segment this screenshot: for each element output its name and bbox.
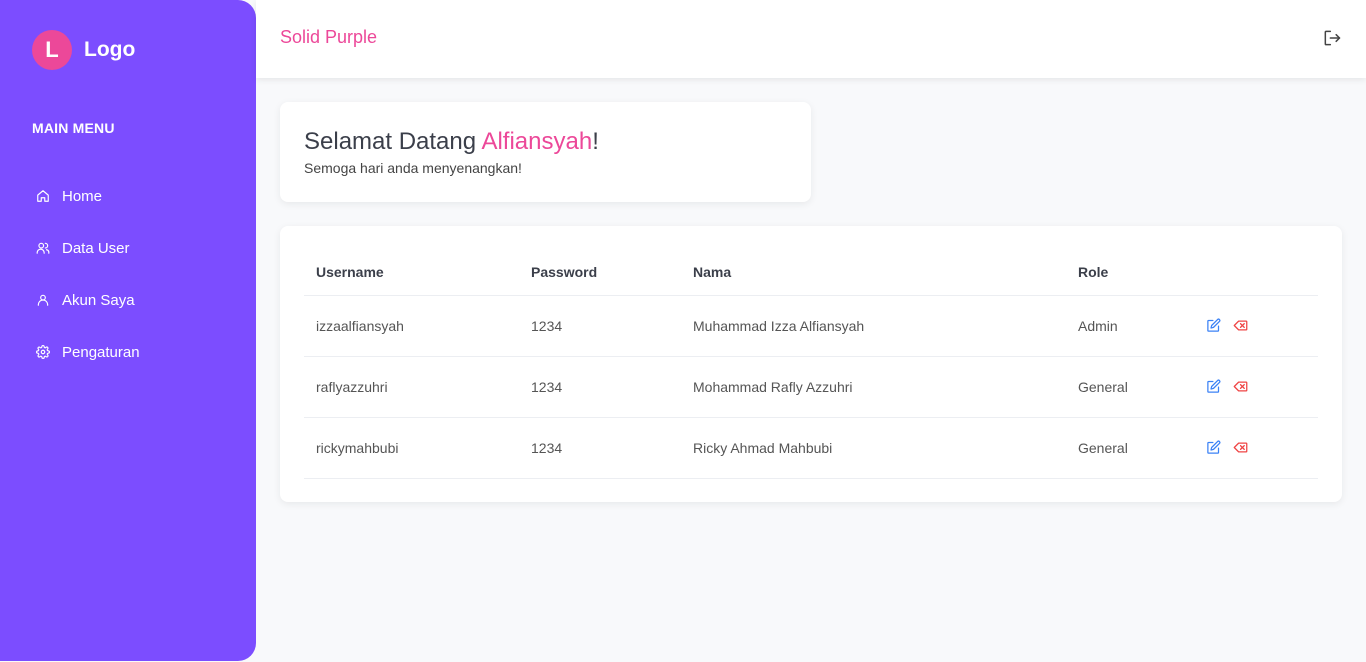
cell-actions bbox=[1194, 295, 1318, 357]
edit-icon[interactable] bbox=[1206, 379, 1221, 394]
cell-username: raflyazzuhri bbox=[304, 356, 519, 418]
sidebar: L Logo MAIN MENU Home Data User Akun Say… bbox=[0, 0, 256, 661]
table-row: izzaalfiansyah 1234 Muhammad Izza Alfian… bbox=[304, 295, 1318, 357]
sidebar-item-data-user[interactable]: Data User bbox=[36, 236, 140, 260]
users-icon bbox=[36, 242, 50, 254]
sidebar-item-home[interactable]: Home bbox=[36, 184, 140, 208]
table-row: raflyazzuhri 1234 Mohammad Rafly Azzuhri… bbox=[304, 356, 1318, 418]
header-nama: Nama bbox=[681, 250, 1066, 296]
cell-actions bbox=[1194, 356, 1318, 418]
cell-actions bbox=[1194, 417, 1318, 479]
app: L Logo MAIN MENU Home Data User Akun Say… bbox=[0, 0, 1366, 662]
header-actions bbox=[1194, 250, 1318, 296]
header-username: Username bbox=[304, 250, 519, 296]
table-header-row: Username Password Nama Role bbox=[304, 250, 1318, 296]
welcome-punct: ! bbox=[592, 128, 599, 155]
sidebar-item-label: Pengaturan bbox=[62, 343, 140, 361]
sidebar-item-label: Home bbox=[62, 187, 103, 205]
brand-text: Logo bbox=[84, 38, 136, 61]
user-table: Username Password Nama Role izzaalfiansy… bbox=[304, 250, 1318, 479]
header-password: Password bbox=[519, 250, 681, 296]
cell-role: General bbox=[1066, 417, 1194, 479]
welcome-card: Selamat Datang Alfiansyah! Semoga hari a… bbox=[280, 102, 811, 202]
cell-nama: Muhammad Izza Alfiansyah bbox=[681, 295, 1066, 357]
header-role: Role bbox=[1066, 250, 1194, 296]
cell-username: izzaalfiansyah bbox=[304, 295, 519, 357]
delete-icon[interactable] bbox=[1233, 440, 1248, 455]
delete-icon[interactable] bbox=[1233, 318, 1248, 333]
menu-heading: MAIN MENU bbox=[32, 120, 115, 136]
sidebar-item-label: Akun Saya bbox=[62, 291, 135, 309]
welcome-title: Selamat Datang Alfiansyah! bbox=[304, 127, 787, 157]
user-table-card: Username Password Nama Role izzaalfiansy… bbox=[280, 226, 1342, 502]
sidebar-item-pengaturan[interactable]: Pengaturan bbox=[36, 340, 140, 364]
cell-role: General bbox=[1066, 356, 1194, 418]
welcome-user-name: Alfiansyah bbox=[481, 128, 593, 155]
cell-password: 1234 bbox=[519, 295, 681, 357]
brand[interactable]: L Logo bbox=[32, 30, 135, 70]
cell-nama: Ricky Ahmad Mahbubi bbox=[681, 417, 1066, 479]
cell-role: Admin bbox=[1066, 295, 1194, 357]
sidebar-item-akun-saya[interactable]: Akun Saya bbox=[36, 288, 140, 312]
page-title: Solid Purple bbox=[280, 27, 378, 47]
cell-username: rickymahbubi bbox=[304, 417, 519, 479]
logout-icon[interactable] bbox=[1322, 28, 1342, 48]
welcome-subtitle: Semoga hari anda menyenangkan! bbox=[304, 160, 522, 176]
sidebar-item-label: Data User bbox=[62, 239, 130, 257]
cell-password: 1234 bbox=[519, 356, 681, 418]
brand-badge: L bbox=[32, 30, 72, 70]
table-row: rickymahbubi 1234 Ricky Ahmad Mahbubi Ge… bbox=[304, 417, 1318, 479]
welcome-greeting: Selamat Datang bbox=[304, 128, 482, 155]
cell-nama: Mohammad Rafly Azzuhri bbox=[681, 356, 1066, 418]
delete-icon[interactable] bbox=[1233, 379, 1248, 394]
gear-icon bbox=[36, 345, 50, 359]
topbar: Solid Purple bbox=[256, 0, 1366, 78]
home-icon bbox=[37, 190, 49, 202]
user-icon bbox=[37, 294, 49, 306]
edit-icon[interactable] bbox=[1206, 318, 1221, 333]
edit-icon[interactable] bbox=[1206, 440, 1221, 455]
cell-password: 1234 bbox=[519, 417, 681, 479]
sidebar-menu: Home Data User Akun Saya Pengaturan bbox=[36, 184, 140, 392]
